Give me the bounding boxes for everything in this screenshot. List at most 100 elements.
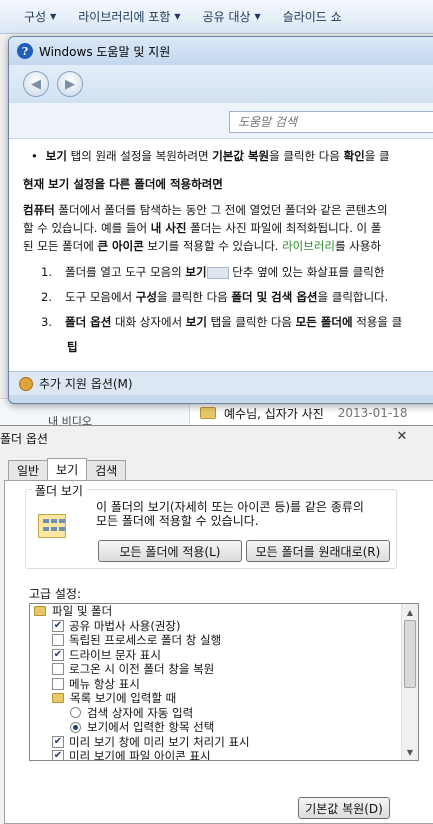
advanced-setting-row[interactable]: 보기에서 입력한 항목 선택: [30, 720, 400, 735]
advanced-setting-row[interactable]: 메뉴 항상 표시: [30, 677, 400, 692]
bullet-item: • 보기 탭의 원래 설정을 복원하려면 기본값 복원을 클릭한 다음 확인을 …: [23, 147, 433, 165]
restore-defaults-button[interactable]: 기본값 복원(D): [298, 797, 390, 819]
help-icon: ?: [17, 43, 33, 59]
paragraph-text: 를 사용하: [335, 239, 381, 253]
view-tab-panel: 폴더 보기 이 폴더의 보기(자세히 또는 아이콘 등)를 같은 종류의 모든 …: [4, 480, 433, 824]
organize-menu[interactable]: 구성 ▼: [24, 8, 56, 25]
more-support-options[interactable]: 추가 지원 옵션(M): [9, 371, 433, 395]
folder-view-icon: [38, 514, 66, 538]
vertical-scrollbar[interactable]: ▲ ▼: [401, 604, 418, 760]
step-number: 3.: [41, 315, 52, 329]
more-support-label: 추가 지원 옵션(M): [39, 377, 133, 391]
scrollbar-thumb[interactable]: [404, 620, 416, 688]
checkbox[interactable]: [52, 663, 64, 676]
step-text-part: 탭을 클릭한 다음: [206, 315, 296, 329]
tab-search[interactable]: 검색: [86, 460, 127, 480]
radio-button[interactable]: [70, 721, 81, 733]
libraries-link[interactable]: 라이브러리: [282, 239, 335, 253]
tab-view[interactable]: 보기: [47, 458, 88, 480]
chevron-down-icon: ▼: [50, 12, 57, 21]
folder-view-legend: 폴더 보기: [32, 482, 86, 499]
views-button-icon: [206, 266, 229, 279]
file-name: 예수님, 십자가 사진: [224, 406, 324, 421]
advanced-setting-row[interactable]: ✔ 공유 마법사 사용(권장): [30, 619, 400, 634]
step-bold-organize: 구성: [135, 290, 157, 304]
bold-large-icons: 큰 아이콘: [97, 239, 144, 253]
step-text-part: 을 클릭한 다음: [156, 290, 232, 304]
advanced-setting-row[interactable]: ✔ 미리 보기 창에 미리 보기 처리기 표시: [30, 735, 400, 750]
folder-options-dialog: 폴더 옵션 ✕ 일반 보기 검색 폴더 보기 이 폴더의 보기(자세히 또는 아…: [0, 425, 433, 824]
step-item: 3. 폴더 옵션 대화 상자에서 보기 탭을 클릭한 다음 모든 폴더에 적용을…: [23, 313, 433, 331]
bold-my-pictures: 내 사진: [150, 221, 187, 235]
advanced-settings-tree: 파일 및 폴더 ✔ 공유 마법사 사용(권장) 독립된 프로세스로 폴더 창 실행 ✔ 드…: [29, 603, 419, 761]
step-text: 도구 모음에서 구성을 클릭한 다음 폴더 및 검색 옵션을 클릭합니다.: [65, 288, 388, 306]
advanced-setting-row[interactable]: 검색 상자에 자동 입력: [30, 706, 400, 721]
bullet-bold-view: 보기: [45, 149, 67, 163]
setting-label: 미리 보기에 파일 아이콘 표시: [69, 749, 211, 761]
arrow-left-icon: ◀: [31, 76, 41, 92]
bullet-text: 보기 탭의 원래 설정을 복원하려면 기본값 복원을 클릭한 다음 확인을 클: [46, 147, 390, 165]
folder-view-description: 이 폴더의 보기(자세히 또는 아이콘 등)를 같은 종류의 모든 폴더에 적용…: [96, 500, 396, 528]
back-button[interactable]: ◀: [23, 71, 49, 97]
description-line: 이 폴더의 보기(자세히 또는 아이콘 등)를 같은 종류의: [96, 500, 364, 514]
help-window-title: Windows 도움말 및 지원: [39, 44, 171, 59]
help-search-input[interactable]: [229, 111, 433, 133]
step-text-part: 폴더를 열고 도구 모음의: [65, 265, 186, 279]
help-titlebar[interactable]: ? Windows 도움말 및 지원: [9, 37, 433, 65]
folder-icon: [200, 407, 216, 419]
step-item: 2. 도구 모음에서 구성을 클릭한 다음 폴더 및 검색 옵션을 클릭합니다.: [23, 288, 433, 306]
bullet-text-part: 을 클: [364, 149, 390, 163]
share-with-menu[interactable]: 공유 대상 ▼: [203, 8, 261, 25]
arrow-right-icon: ▶: [65, 76, 75, 92]
scroll-up-icon[interactable]: ▲: [402, 604, 418, 620]
step-bold-view: 보기: [185, 265, 207, 279]
paragraph-line: 컴퓨터 폴더에서 폴더를 탐색하는 동안 그 전에 열었던 폴더와 같은 콘텐츠…: [23, 201, 433, 219]
section-paragraph: 컴퓨터 폴더에서 폴더를 탐색하는 동안 그 전에 열었던 폴더와 같은 콘텐츠…: [23, 201, 433, 255]
tab-general[interactable]: 일반: [8, 460, 49, 480]
advanced-setting-row[interactable]: 독립된 프로세스로 폴더 창 실행: [30, 633, 400, 648]
bullet-text-part: 을 클릭한 다음: [269, 149, 344, 163]
step-bold-view: 보기: [185, 315, 207, 329]
checkbox[interactable]: ✔: [52, 750, 64, 760]
file-row[interactable]: 예수님, 십자가 사진 2013-01-18: [200, 403, 433, 423]
scroll-down-icon[interactable]: ▼: [402, 744, 418, 760]
file-date: 2013-01-18: [337, 406, 408, 420]
checkbox[interactable]: ✔: [52, 735, 64, 748]
reset-folders-button[interactable]: 모든 폴더를 원래대로(R): [246, 540, 390, 562]
step-text-part: 적용을 클: [352, 315, 403, 329]
paragraph-line: 된 모든 폴더에 큰 아이콘 보기를 적용할 수 있습니다. 라이브러리를 사용…: [23, 237, 433, 255]
step-text-part: 을 클릭합니다.: [317, 290, 389, 304]
step-bold-folder-options: 폴더 옵션: [65, 315, 112, 329]
share-with-label: 공유 대상: [202, 10, 251, 24]
advanced-setting-row: 목록 보기에 입력할 때: [30, 691, 400, 706]
dialog-title: 폴더 옵션: [0, 432, 48, 446]
step-item: 1. 폴더를 열고 도구 모음의 보기 단추 옆에 있는 화살표를 클릭한: [23, 263, 433, 281]
forward-button[interactable]: ▶: [57, 71, 83, 97]
checkbox[interactable]: [52, 677, 64, 690]
advanced-setting-row[interactable]: ✔ 드라이브 문자 표시: [30, 648, 400, 663]
help-navbar: ◀ ▶: [9, 65, 433, 103]
step-number: 1.: [41, 265, 52, 279]
advanced-settings-list: 파일 및 폴더 ✔ 공유 마법사 사용(권장) 독립된 프로세스로 폴더 창 실행 ✔ 드…: [30, 604, 400, 761]
step-text-part: 단추 옆에 있는 화살표를 클릭한: [228, 265, 385, 279]
chevron-down-icon: ▼: [254, 12, 261, 21]
advanced-setting-row[interactable]: 로그온 시 이전 폴더 창을 복원: [30, 662, 400, 677]
help-article: • 보기 탭의 원래 설정을 복원하려면 기본값 복원을 클릭한 다음 확인을 …: [9, 139, 433, 371]
slideshow-button[interactable]: 슬라이드 쇼: [283, 8, 342, 25]
step-text: 폴더를 열고 도구 모음의 보기 단추 옆에 있는 화살표를 클릭한: [65, 263, 384, 281]
checkbox[interactable]: ✔: [52, 648, 64, 661]
step-text: 폴더 옵션 대화 상자에서 보기 탭을 클릭한 다음 모든 폴더에 적용을 클: [65, 313, 402, 331]
explorer-toolbar: 구성 ▼ 라이브러리에 포함 ▼ 공유 대상 ▼ 슬라이드 쇼: [0, 0, 433, 34]
folder-icon: [34, 606, 46, 617]
checkbox[interactable]: ✔: [52, 619, 64, 632]
chevron-down-icon: ▼: [174, 12, 181, 21]
advanced-setting-row[interactable]: ✔ 미리 보기에 파일 아이콘 표시: [30, 749, 400, 761]
apply-to-folders-button[interactable]: 모든 폴더에 적용(L): [98, 540, 242, 562]
bullet-text-part: 탭의 원래 설정을 복원하려면: [66, 149, 213, 163]
close-icon[interactable]: ✕: [393, 428, 411, 444]
checkbox[interactable]: [52, 634, 64, 647]
help-window: ? Windows 도움말 및 지원 ◀ ▶ • 보기 탭의 원래 설정을 복원…: [8, 36, 433, 404]
include-in-library-menu[interactable]: 라이브러리에 포함 ▼: [78, 8, 180, 25]
radio-button[interactable]: [70, 707, 81, 719]
support-people-icon: [19, 376, 33, 391]
